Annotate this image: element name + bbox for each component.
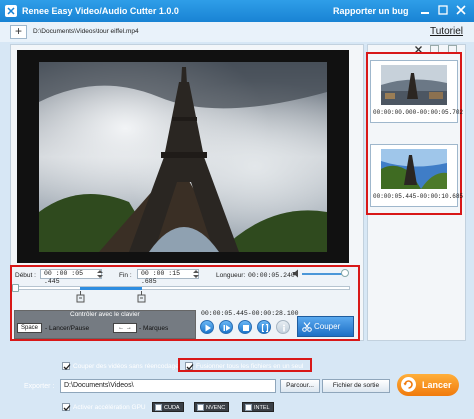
start-time-input[interactable]: 00 :00 :05 .445	[40, 269, 102, 285]
gpu-option-intel[interactable]: INTEL	[242, 402, 274, 412]
scissors-icon	[302, 322, 312, 332]
merge-checkbox[interactable]	[185, 362, 194, 370]
play-button[interactable]	[200, 320, 214, 334]
video-preview[interactable]	[17, 50, 349, 263]
length-value: 00:00:05.240	[248, 272, 295, 279]
title-bar: Renee Easy Video/Audio Cutter 1.0.0 Rapp…	[0, 0, 474, 22]
start-marker-icon[interactable]	[76, 291, 85, 303]
browse-button[interactable]: Parcour...	[280, 379, 320, 393]
play-selection-icon	[223, 325, 231, 331]
minimize-icon[interactable]	[418, 3, 432, 17]
nvenc-checkbox[interactable]	[197, 404, 204, 411]
info-icon	[283, 324, 285, 332]
mark-start-button[interactable]	[257, 320, 271, 334]
launch-button[interactable]: Lancer	[397, 374, 459, 396]
segment-time: 00:00:05.445-00:00:10.685	[373, 193, 464, 200]
app-logo-icon	[5, 5, 17, 17]
selection-time-range: 00:00:05.445-00:00:28.100	[201, 310, 299, 317]
gpu-option-nvenc[interactable]: NVENC	[194, 402, 230, 412]
playhead-thumb[interactable]	[12, 284, 19, 292]
arrow-keys: ← →	[113, 323, 137, 333]
play-icon	[205, 324, 211, 332]
spin-arrows-icon[interactable]	[96, 270, 104, 278]
maximize-icon[interactable]	[436, 3, 450, 17]
refresh-icon	[401, 377, 416, 392]
gpu-option-cuda[interactable]: CUDA	[152, 402, 184, 412]
no-reencode-label: Couper des vidéos sans réencodage	[73, 363, 179, 370]
checkmark-icon	[63, 364, 71, 370]
start-label: Début :	[15, 272, 36, 279]
checkmark-icon	[63, 405, 71, 411]
report-bug-link[interactable]: Rapporter un bug	[333, 6, 409, 16]
no-reencode-checkbox[interactable]	[62, 362, 71, 370]
segment-thumbnail	[381, 149, 447, 189]
end-time-input[interactable]: 00 :00 :15 .685	[137, 269, 199, 285]
timeline-track[interactable]	[14, 286, 350, 290]
segment-card[interactable]: 00:00:05.445-00:00:10.685	[370, 144, 463, 207]
eiffel-tower-frame	[39, 62, 327, 252]
end-marker-icon[interactable]	[137, 291, 146, 303]
stop-icon	[243, 325, 249, 331]
cut-button-label: Couper	[314, 322, 341, 331]
export-label: Exporter :	[24, 383, 55, 390]
add-file-button[interactable]: +	[10, 25, 27, 39]
keyboard-hints-title: Contrôler avec le clavier	[70, 311, 140, 318]
segment-card[interactable]: 00:00:00.000-00:00:05.702	[370, 60, 463, 123]
gpu-option-label: CUDA	[164, 405, 180, 411]
gpu-option-label: INTEL	[254, 405, 270, 411]
app-title: Renee Easy Video/Audio Cutter 1.0.0	[22, 6, 179, 16]
checkmark-icon	[186, 364, 194, 370]
arrow-action: - Marques	[139, 325, 169, 332]
speaker-icon[interactable]	[292, 269, 301, 278]
space-action: - Lancer/Pause	[45, 325, 90, 332]
close-icon[interactable]	[454, 3, 468, 17]
gpu-checkbox[interactable]	[62, 403, 71, 411]
length-label: Longueur:	[216, 272, 246, 279]
output-file-button[interactable]: Fichier de sortie	[322, 379, 390, 393]
gpu-label: Activer accélération GPU	[73, 404, 146, 411]
file-path: D:\Documents\Videos\tour eiffel.mp4	[33, 28, 139, 35]
cut-button[interactable]: Couper	[297, 316, 354, 337]
segment-time: 00:00:00.000-00:00:05.702	[373, 109, 464, 116]
play-selection-button[interactable]	[219, 320, 233, 334]
bracket-icon	[261, 324, 269, 332]
end-label: Fin :	[119, 272, 132, 279]
merge-label: Fusionner tous les fichiers en un seul	[196, 363, 304, 370]
volume-thumb[interactable]	[341, 269, 349, 277]
cuda-checkbox[interactable]	[155, 404, 162, 411]
intel-checkbox[interactable]	[245, 404, 252, 411]
space-key: Space	[17, 323, 42, 333]
launch-label: Lancer	[422, 380, 452, 390]
tutorial-link[interactable]: Tutoriel	[430, 26, 463, 37]
stop-button[interactable]	[238, 320, 252, 334]
spin-arrows-icon[interactable]	[192, 270, 200, 278]
segment-thumbnail	[381, 65, 447, 105]
timeline-selection	[80, 287, 142, 290]
export-path-input[interactable]: D:\Documents\Videos\	[60, 379, 276, 393]
gpu-option-label: NVENC	[206, 405, 226, 411]
info-button[interactable]	[276, 320, 290, 334]
